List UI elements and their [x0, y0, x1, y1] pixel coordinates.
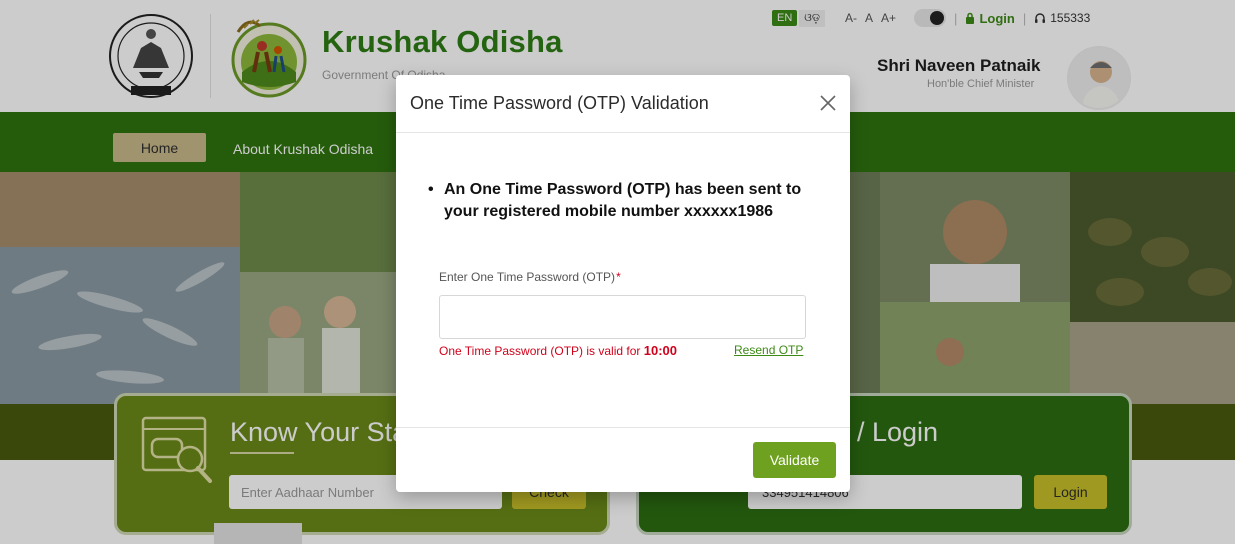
otp-field-label: Enter One Time Password (OTP)*	[439, 270, 621, 284]
otp-sent-message: • An One Time Password (OTP) has been se…	[428, 179, 818, 222]
bullet-icon: •	[428, 181, 434, 198]
modal-title: One Time Password (OTP) Validation	[410, 93, 709, 113]
validate-button[interactable]: Validate	[753, 442, 836, 478]
otp-validity-text: One Time Password (OTP) is valid for 10:…	[439, 343, 677, 358]
otp-timer: 10:00	[643, 343, 677, 358]
otp-sent-text: An One Time Password (OTP) has been sent…	[444, 181, 802, 220]
resend-otp-link[interactable]: Resend OTP	[734, 343, 803, 357]
modal-divider	[396, 132, 850, 133]
validity-prefix: One Time Password (OTP) is valid for	[439, 344, 644, 358]
otp-input[interactable]	[439, 295, 806, 339]
modal-footer-divider	[396, 427, 850, 428]
required-indicator: *	[616, 270, 621, 284]
otp-label-text: Enter One Time Password (OTP)	[439, 270, 616, 284]
otp-modal: One Time Password (OTP) Validation • An …	[396, 75, 850, 492]
close-icon[interactable]	[816, 91, 840, 115]
